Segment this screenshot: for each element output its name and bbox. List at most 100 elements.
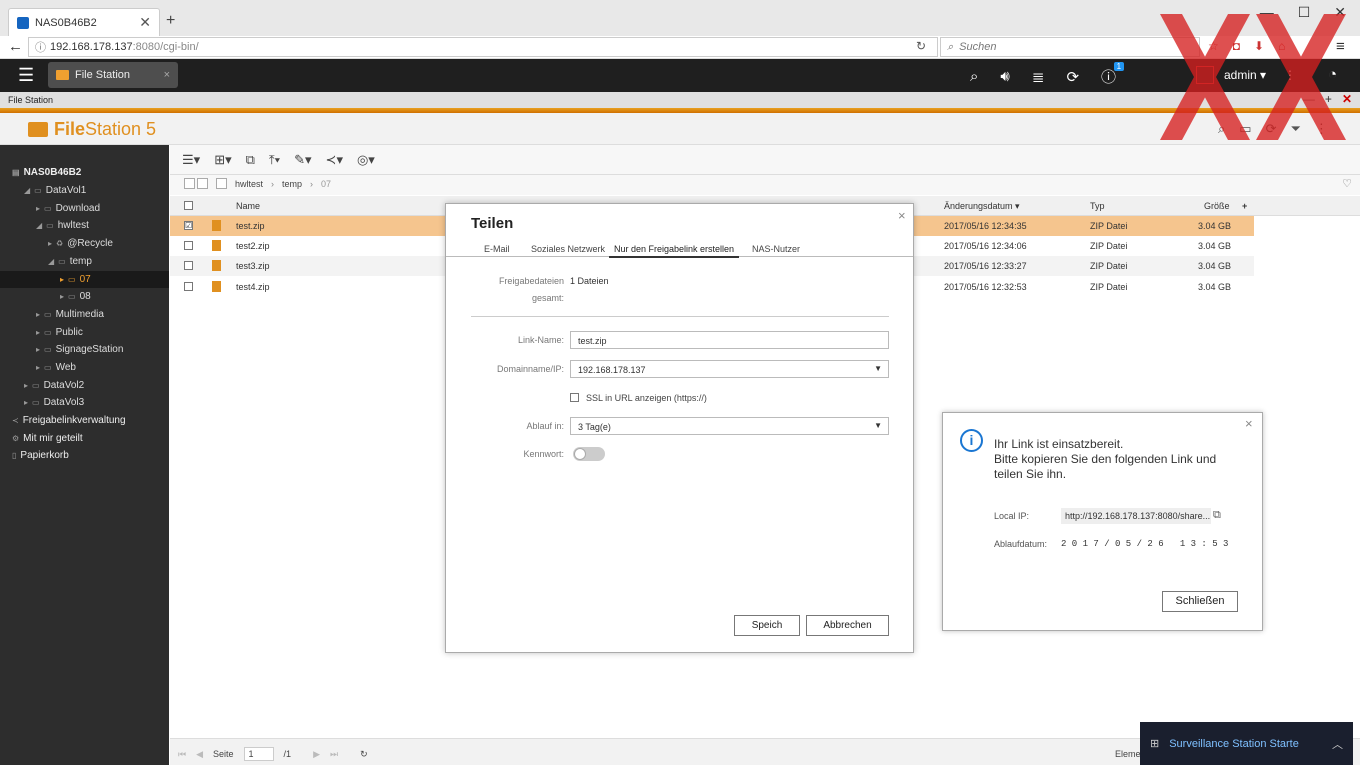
collapse-arrow-icon[interactable]: ▸ <box>60 292 64 301</box>
collapse-arrow-icon[interactable]: ▸ <box>36 204 40 213</box>
nav-forward-button[interactable] <box>197 178 208 189</box>
collapse-arrow-icon[interactable]: ▸ <box>48 239 52 248</box>
collapse-arrow-icon[interactable]: ▸ <box>60 275 64 284</box>
refresh-icon[interactable]: ⟳ <box>1266 121 1277 137</box>
tree-item-08[interactable]: ▸ ▭ 08 <box>60 288 91 305</box>
file-search-icon[interactable]: ⌕ <box>1218 121 1225 137</box>
copy-icon[interactable]: ⧉ <box>246 152 255 168</box>
download-icon[interactable]: ⬇ <box>1254 39 1264 53</box>
bookmark-star-icon[interactable]: ☆ <box>1208 39 1219 53</box>
more-options-icon[interactable]: ⋮ <box>1284 68 1296 82</box>
password-toggle[interactable] <box>573 447 605 461</box>
close-popup-button[interactable]: Schließen <box>1162 591 1238 612</box>
close-icon[interactable]: × <box>898 208 906 223</box>
crumb-07[interactable]: 07 <box>321 179 331 189</box>
expire-select[interactable]: 3 Tag(e) ▼ <box>570 417 889 435</box>
expand-arrow-icon[interactable]: ◢ <box>24 186 30 195</box>
upload-icon[interactable]: ⤒▾ <box>269 152 280 168</box>
pocket-icon[interactable]: ◘ <box>1233 39 1240 53</box>
row-checkbox[interactable] <box>184 261 193 270</box>
browser-menu-icon[interactable]: ≡ <box>1336 38 1345 55</box>
back-arrow-icon[interactable]: ← <box>8 38 23 55</box>
dashboard-gauge-icon[interactable]: ◔ <box>1328 66 1337 83</box>
crumb-hwltest[interactable]: hwltest <box>235 179 263 189</box>
tree-item-share-links[interactable]: ≺ Freigabelinkverwaltung <box>12 412 126 429</box>
col-size[interactable]: Größe <box>1204 201 1230 211</box>
tab-email[interactable]: E-Mail <box>484 244 510 254</box>
surveillance-notification[interactable]: ⊞ Surveillance Station Starte ︿ <box>1140 722 1353 765</box>
url-bar[interactable]: ⓘ 192.168.178.137:8080/cgi-bin/ <box>28 37 938 57</box>
expand-arrow-icon[interactable]: ◢ <box>48 257 54 266</box>
tree-item-multimedia[interactable]: ▸ ▭ Multimedia <box>36 306 104 323</box>
info-icon[interactable]: ⓘ <box>35 39 46 55</box>
collapse-arrow-icon[interactable]: ▸ <box>36 310 40 319</box>
app-maximize-icon[interactable]: + <box>1325 92 1332 106</box>
tree-item-trash[interactable]: ▯ Papierkorb <box>12 447 69 464</box>
tree-item-web[interactable]: ▸ ▭ Web <box>36 359 76 376</box>
next-page-icon[interactable]: ▶ <box>313 749 320 760</box>
refresh-list-icon[interactable]: ↻ <box>360 749 368 760</box>
last-page-icon[interactable]: ⏭ <box>330 749 338 760</box>
close-tab-icon[interactable]: ✕ <box>139 14 151 31</box>
main-menu-icon[interactable]: ☰ <box>18 65 34 86</box>
collapse-arrow-icon[interactable]: ▸ <box>36 328 40 337</box>
app-close-icon[interactable]: ✕ <box>1342 92 1352 106</box>
tools-icon[interactable]: ✎▾ <box>294 152 311 168</box>
tree-item-signagestation[interactable]: ▸ ▭ SignageStation <box>36 341 123 358</box>
col-name[interactable]: Name <box>236 201 260 211</box>
first-page-icon[interactable]: ⏮ <box>178 749 186 760</box>
ssl-checkbox[interactable] <box>570 393 579 402</box>
link-name-input[interactable]: test.zip <box>570 331 889 349</box>
nav-back-button[interactable] <box>184 178 195 189</box>
more-icon[interactable]: ⋮ <box>1315 121 1328 137</box>
row-checkbox[interactable] <box>184 241 193 250</box>
tree-item-datavol3[interactable]: ▸ ▭ DataVol3 <box>24 394 84 411</box>
home-icon[interactable]: ⌂ <box>1278 39 1285 53</box>
filter-icon[interactable]: ⏷ <box>1290 121 1300 137</box>
copy-link-icon[interactable]: ⧉ <box>1213 509 1221 522</box>
row-checkbox[interactable] <box>184 282 193 291</box>
close-icon[interactable]: × <box>1245 416 1253 431</box>
tree-item-hwltest[interactable]: ◢ ▭ hwltest <box>36 217 89 234</box>
tree-item-temp[interactable]: ◢ ▭ temp <box>48 253 92 270</box>
collapse-arrow-icon[interactable]: ▸ <box>36 363 40 372</box>
collapse-arrow-icon[interactable]: ▸ <box>36 345 40 354</box>
info-notification-icon[interactable]: ⓘ 1 <box>1101 62 1125 87</box>
tree-item-datavol2[interactable]: ▸ ▭ DataVol2 <box>24 377 84 394</box>
tree-item-datavol1[interactable]: ◢ ▭ DataVol1 <box>24 182 86 199</box>
tree-item-download[interactable]: ▸ ▭ Download <box>36 200 100 217</box>
stack-icon[interactable]: ≣ <box>1032 68 1045 86</box>
col-date[interactable]: Änderungsdatum ▾ <box>944 201 1020 212</box>
tab-social[interactable]: Soziales Netzwerk <box>531 244 605 254</box>
new-folder-icon[interactable]: ⊞▾ <box>214 152 231 168</box>
select-all-checkbox[interactable] <box>184 201 193 210</box>
expand-arrow-icon[interactable]: ◢ <box>36 221 42 230</box>
minimize-button[interactable]: — <box>1260 4 1274 21</box>
tree-item-recycle[interactable]: ▸ ♻ @Recycle <box>48 235 113 252</box>
nav-up-button[interactable] <box>216 178 227 189</box>
share-icon[interactable]: ≺▾ <box>326 152 343 168</box>
close-window-button[interactable]: ✕ <box>1334 4 1346 21</box>
tree-item-shared-with-me[interactable]: ⚙ Mit mir geteilt <box>12 430 83 447</box>
maximize-button[interactable]: ☐ <box>1298 4 1311 21</box>
add-column-icon[interactable]: + <box>1242 201 1247 211</box>
tree-item-07[interactable]: ▸ ▭ 07 <box>0 271 169 288</box>
cancel-button[interactable]: Abbrechen <box>806 615 889 636</box>
favorite-heart-icon[interactable]: ♡ <box>1342 177 1352 190</box>
domain-select[interactable]: 192.168.178.137 ▼ <box>570 360 889 378</box>
user-menu[interactable]: admin ▾ ⋮ <box>1196 66 1296 84</box>
storage-icon[interactable]: ▭ <box>1239 121 1251 137</box>
save-button[interactable]: Speich <box>734 615 800 636</box>
tree-item-nas[interactable]: ▤ NAS0B46B2 <box>12 164 81 181</box>
collapse-arrow-icon[interactable]: ▸ <box>24 381 28 390</box>
chevron-up-icon[interactable]: ︿ <box>1332 736 1343 752</box>
new-tab-button[interactable]: + <box>166 12 175 30</box>
prev-page-icon[interactable]: ◀ <box>196 749 203 760</box>
browser-search-input[interactable]: ⌕ Suchen <box>940 37 1200 57</box>
collapse-arrow-icon[interactable]: ▸ <box>24 398 28 407</box>
row-checkbox[interactable]: ☑ <box>184 221 193 230</box>
volume-icon[interactable]: 🔊︎ <box>1000 68 1009 85</box>
tab-nas-users[interactable]: NAS-Nutzer <box>752 244 800 254</box>
crumb-temp[interactable]: temp <box>282 179 302 189</box>
tab-link-only[interactable]: Nur den Freigabelink erstellen <box>609 244 739 258</box>
